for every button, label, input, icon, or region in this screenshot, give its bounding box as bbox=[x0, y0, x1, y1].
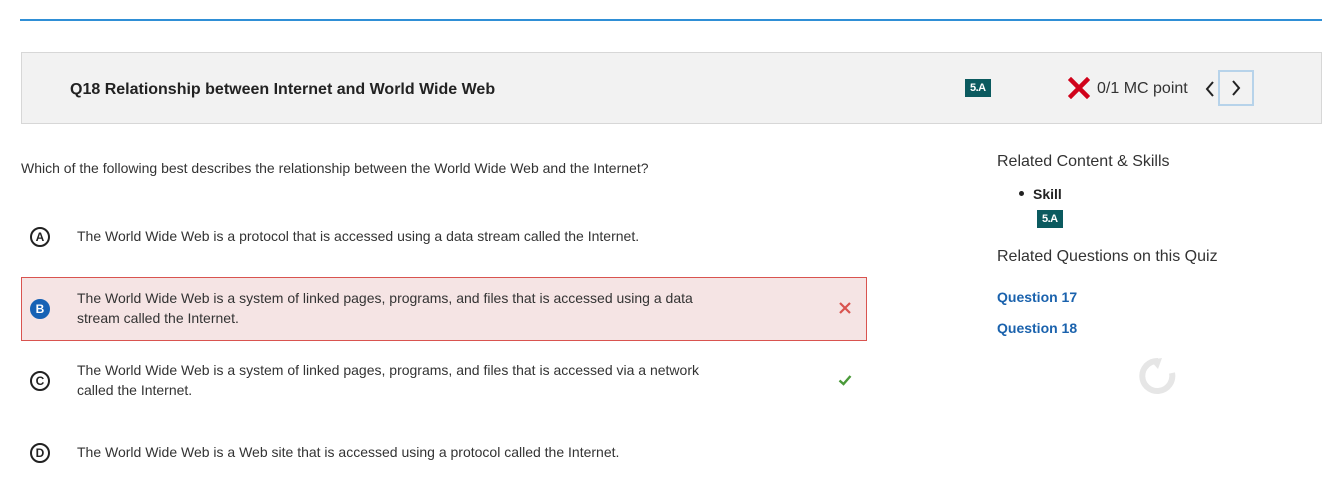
related-content-heading: Related Content & Skills bbox=[997, 153, 1170, 170]
score-text: 0/1 MC point bbox=[1097, 80, 1188, 97]
refresh-spinner-icon bbox=[1139, 357, 1176, 394]
choice-text: The World Wide Web is a system of linked… bbox=[77, 362, 699, 398]
chevron-right-icon bbox=[1232, 80, 1241, 96]
choice-letter: D bbox=[30, 443, 50, 463]
chevron-left-icon bbox=[1205, 81, 1214, 97]
related-questions-heading: Related Questions on this Quiz bbox=[997, 248, 1218, 265]
choice-letter: C bbox=[30, 371, 50, 391]
bullet-icon bbox=[1019, 190, 1024, 196]
answer-choice-a[interactable]: A The World Wide Web is a protocol that … bbox=[21, 220, 867, 254]
answer-choice-d[interactable]: D The World Wide Web is a Web site that … bbox=[21, 432, 867, 472]
choice-letter: A bbox=[30, 227, 50, 247]
skill-label: Skill bbox=[1033, 186, 1062, 202]
related-question-link[interactable]: Question 17 bbox=[997, 289, 1077, 305]
question-title: Q18 Relationship between Internet and Wo… bbox=[70, 81, 496, 98]
choice-letter: B bbox=[30, 299, 50, 319]
choice-text: The World Wide Web is a Web site that is… bbox=[77, 444, 620, 460]
answer-choice-c[interactable]: C The World Wide Web is a system of link… bbox=[21, 353, 867, 409]
skill-list-item: Skill bbox=[1019, 186, 1062, 202]
related-question-link[interactable]: Question 18 bbox=[997, 320, 1077, 336]
choice-text: The World Wide Web is a protocol that is… bbox=[77, 228, 640, 244]
question-prompt: Which of the following best describes th… bbox=[21, 160, 649, 176]
top-divider bbox=[20, 19, 1322, 21]
skill-badge: 5.A bbox=[965, 79, 991, 97]
answer-choice-b[interactable]: B The World Wide Web is a system of link… bbox=[21, 277, 867, 341]
red-x-icon bbox=[1068, 77, 1090, 99]
question-header: Q18 Relationship between Internet and Wo… bbox=[21, 52, 1322, 124]
checkmark-icon bbox=[838, 375, 852, 386]
x-mark-icon bbox=[839, 302, 851, 314]
sidebar-skill-badge: 5.A bbox=[1037, 210, 1063, 228]
next-question-button[interactable] bbox=[1218, 70, 1254, 106]
choice-text: The World Wide Web is a system of linked… bbox=[77, 290, 693, 326]
